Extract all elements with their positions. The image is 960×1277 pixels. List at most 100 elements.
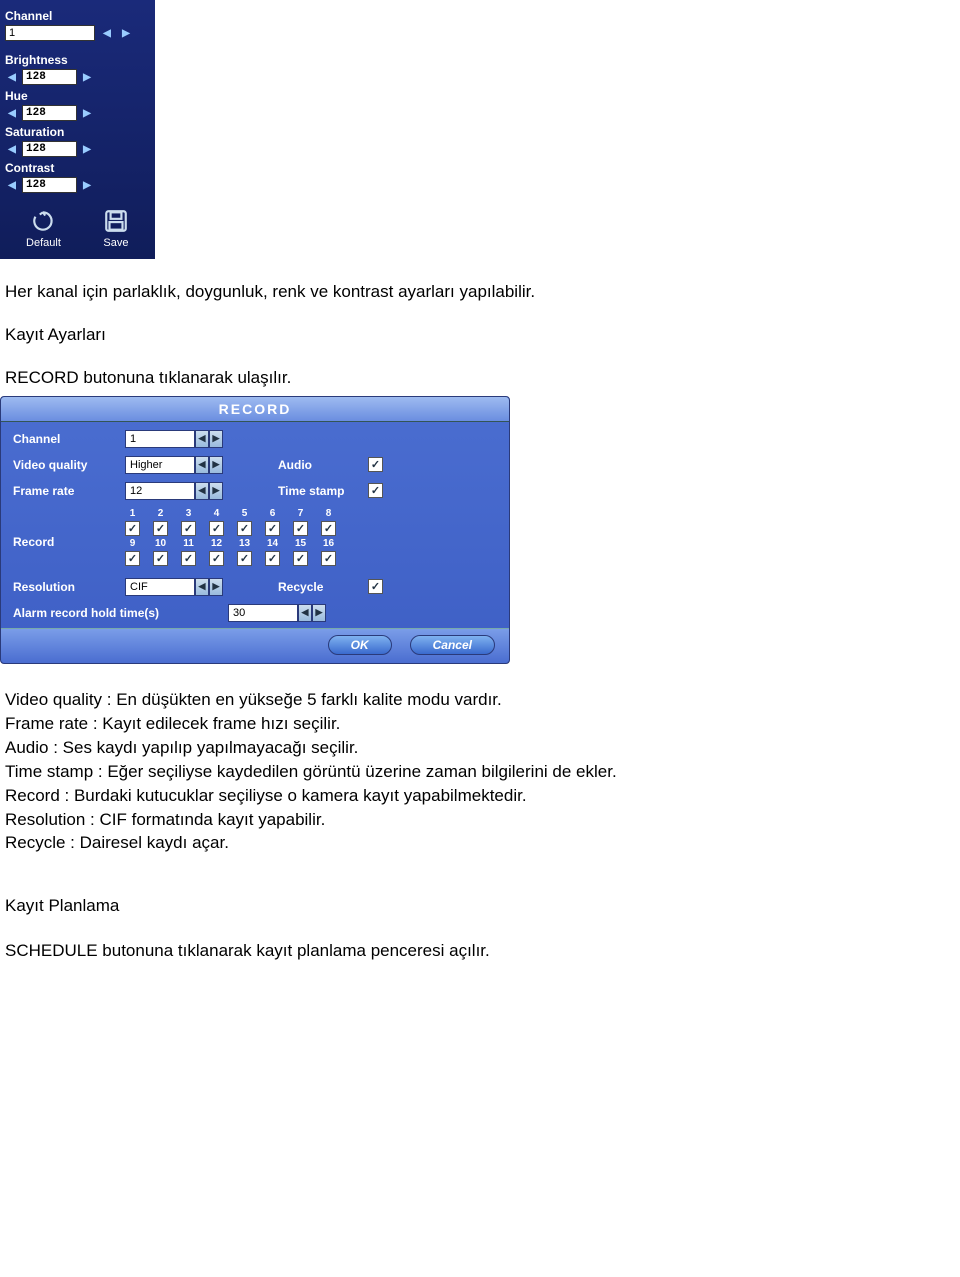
doc2-p3: Audio : Ses kaydı yapılıp yapılmayacağı … — [5, 737, 955, 760]
video-quality-input[interactable] — [125, 456, 195, 474]
rec-chk-8[interactable]: ✓ — [321, 521, 336, 536]
rec-num: 4 — [209, 508, 224, 519]
brightness-up-icon[interactable]: ▶ — [80, 70, 94, 84]
doc-text-2: Video quality : En düşükten en yükseğe 5… — [0, 689, 960, 963]
frame-rate-next-icon[interactable]: ▶ — [209, 482, 223, 500]
saturation-label: Saturation — [5, 125, 150, 139]
video-quality-next-icon[interactable]: ▶ — [209, 456, 223, 474]
video-quality-label: Video quality — [13, 458, 125, 472]
rec-chk-2[interactable]: ✓ — [153, 521, 168, 536]
timestamp-label: Time stamp — [278, 484, 368, 498]
frame-rate-input[interactable] — [125, 482, 195, 500]
rec-num: 8 — [321, 508, 336, 519]
rec-chk-10[interactable]: ✓ — [153, 551, 168, 566]
timestamp-checkbox[interactable]: ✓ — [368, 483, 383, 498]
resolution-next-icon[interactable]: ▶ — [209, 578, 223, 596]
record-channel-next-icon[interactable]: ▶ — [209, 430, 223, 448]
contrast-label: Contrast — [5, 161, 150, 175]
recycle-checkbox[interactable]: ✓ — [368, 579, 383, 594]
color-adjust-panel: Channel ◀ ▶ Brightness ◀ ▶ Hue ◀ ▶ Satur… — [0, 0, 155, 259]
rec-chk-12[interactable]: ✓ — [209, 551, 224, 566]
default-button-label: Default — [26, 237, 61, 249]
default-button[interactable]: Default — [26, 208, 61, 249]
hue-up-icon[interactable]: ▶ — [80, 106, 94, 120]
record-dialog: RECORD Channel ◀ ▶ Video quality ◀ ▶ Aud… — [0, 396, 510, 664]
hue-input[interactable] — [22, 105, 77, 121]
rec-chk-15[interactable]: ✓ — [293, 551, 308, 566]
rec-chk-4[interactable]: ✓ — [209, 521, 224, 536]
doc-text-1: Her kanal için parlaklık, doygunluk, ren… — [0, 281, 960, 390]
saturation-up-icon[interactable]: ▶ — [80, 142, 94, 156]
doc-p1: Her kanal için parlaklık, doygunluk, ren… — [5, 281, 955, 304]
rec-chk-7[interactable]: ✓ — [293, 521, 308, 536]
rec-chk-6[interactable]: ✓ — [265, 521, 280, 536]
record-channel-prev-icon[interactable]: ◀ — [195, 430, 209, 448]
doc2-p7: Recycle : Dairesel kaydı açar. — [5, 832, 955, 855]
doc2-p4: Time stamp : Eğer seçiliyse kaydedilen g… — [5, 761, 955, 784]
rec-num: 10 — [153, 538, 168, 549]
contrast-input[interactable] — [22, 177, 77, 193]
reset-icon — [30, 208, 56, 234]
doc2-p5: Record : Burdaki kutucuklar seçiliyse o … — [5, 785, 955, 808]
channel-next-icon[interactable]: ▶ — [119, 26, 133, 40]
cancel-button[interactable]: Cancel — [410, 635, 495, 655]
doc2-p2: Frame rate : Kayıt edilecek frame hızı s… — [5, 713, 955, 736]
record-channel-label: Channel — [13, 432, 125, 446]
resolution-label: Resolution — [13, 580, 125, 594]
rec-chk-14[interactable]: ✓ — [265, 551, 280, 566]
doc-p2: Kayıt Ayarları — [5, 324, 955, 347]
hue-down-icon[interactable]: ◀ — [5, 106, 19, 120]
channel-input[interactable] — [5, 25, 95, 41]
cancel-button-label: Cancel — [433, 638, 472, 652]
rec-chk-5[interactable]: ✓ — [237, 521, 252, 536]
save-button[interactable]: Save — [103, 208, 129, 249]
hue-label: Hue — [5, 89, 150, 103]
brightness-input[interactable] — [22, 69, 77, 85]
rec-num: 2 — [153, 508, 168, 519]
alarm-next-icon[interactable]: ▶ — [312, 604, 326, 622]
record-channel-grid: 1 2 3 4 5 6 7 8 ✓ ✓ ✓ ✓ ✓ ✓ ✓ ✓ — [125, 508, 336, 568]
doc2-p8: Kayıt Planlama — [5, 895, 955, 918]
frame-rate-label: Frame rate — [13, 484, 125, 498]
rec-num: 9 — [125, 538, 140, 549]
record-label: Record — [13, 508, 125, 549]
rec-chk-11[interactable]: ✓ — [181, 551, 196, 566]
rec-chk-16[interactable]: ✓ — [321, 551, 336, 566]
video-quality-prev-icon[interactable]: ◀ — [195, 456, 209, 474]
channel-label: Channel — [5, 9, 150, 23]
record-channel-input[interactable] — [125, 430, 195, 448]
rec-chk-9[interactable]: ✓ — [125, 551, 140, 566]
saturation-input[interactable] — [22, 141, 77, 157]
rec-num: 6 — [265, 508, 280, 519]
doc2-p1: Video quality : En düşükten en yükseğe 5… — [5, 689, 955, 712]
saturation-down-icon[interactable]: ◀ — [5, 142, 19, 156]
rec-num: 14 — [265, 538, 280, 549]
rec-num: 15 — [293, 538, 308, 549]
resolution-input[interactable] — [125, 578, 195, 596]
rec-chk-1[interactable]: ✓ — [125, 521, 140, 536]
alarm-input[interactable] — [228, 604, 298, 622]
brightness-down-icon[interactable]: ◀ — [5, 70, 19, 84]
rec-num: 13 — [237, 538, 252, 549]
frame-rate-prev-icon[interactable]: ◀ — [195, 482, 209, 500]
alarm-label: Alarm record hold time(s) — [13, 606, 228, 620]
contrast-down-icon[interactable]: ◀ — [5, 178, 19, 192]
audio-checkbox[interactable]: ✓ — [368, 457, 383, 472]
record-title: RECORD — [1, 397, 509, 422]
save-icon — [103, 208, 129, 234]
doc2-p9: SCHEDULE butonuna tıklanarak kayıt planl… — [5, 940, 955, 963]
rec-num: 5 — [237, 508, 252, 519]
rec-chk-13[interactable]: ✓ — [237, 551, 252, 566]
brightness-label: Brightness — [5, 53, 150, 67]
ok-button-label: OK — [351, 638, 369, 652]
doc-p3: RECORD butonuna tıklanarak ulaşılır. — [5, 367, 955, 390]
channel-prev-icon[interactable]: ◀ — [100, 26, 114, 40]
alarm-prev-icon[interactable]: ◀ — [298, 604, 312, 622]
contrast-up-icon[interactable]: ▶ — [80, 178, 94, 192]
rec-chk-3[interactable]: ✓ — [181, 521, 196, 536]
rec-num: 16 — [321, 538, 336, 549]
rec-num: 11 — [181, 538, 196, 549]
resolution-prev-icon[interactable]: ◀ — [195, 578, 209, 596]
ok-button[interactable]: OK — [328, 635, 392, 655]
rec-num: 3 — [181, 508, 196, 519]
